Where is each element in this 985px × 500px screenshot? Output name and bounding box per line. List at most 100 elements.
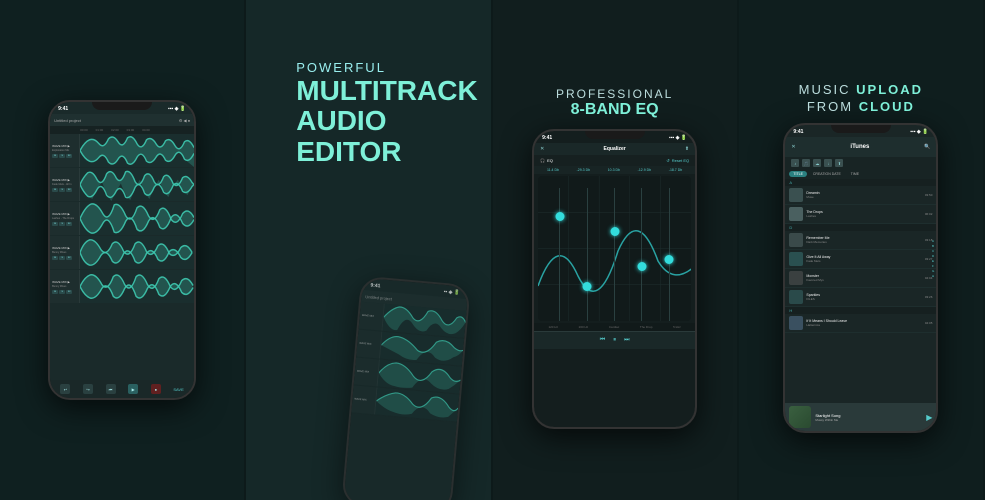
eq-sliders-row (538, 176, 691, 321)
itunes-screen: 9:41 ▪▪▪ ◈ 🔋 ✕ iTunes 🔍 ♪ 🎵 ☁ ↓ ⬆ (785, 125, 936, 431)
pb-play[interactable]: ▶ (128, 384, 138, 394)
track-mute-1[interactable]: M (52, 154, 58, 158)
itunes-back-icon[interactable]: ✕ (791, 144, 795, 150)
mini-lbl-3: WAVE MIX (356, 370, 375, 375)
track-solo-4[interactable]: S (59, 256, 65, 260)
alpha-h[interactable]: H (932, 274, 934, 278)
list-item[interactable]: The Drops Lashes 06:02 (785, 205, 936, 224)
alpha-e[interactable]: E (932, 259, 934, 263)
alpha-f[interactable]: F (932, 264, 934, 268)
song-thumb-7 (789, 316, 803, 330)
eq-back-icon[interactable]: ✕ (540, 146, 544, 152)
mini-lbl-2: WAVE MIX (359, 342, 378, 347)
track-sublabel-1: Exploration Mix (52, 149, 77, 152)
icons-behind: ▪▪ ◈ 🔋 (443, 289, 460, 296)
pb-redo[interactable]: ↪ (83, 384, 93, 394)
alpha-c[interactable]: C (932, 249, 934, 253)
np-song-info: Starlight Song Mussy Within Me (815, 413, 922, 422)
track-fx-1[interactable]: FX (66, 154, 72, 158)
itunes-topbar: ✕ iTunes 🔍 (785, 137, 936, 157)
list-item[interactable]: Monster Favored Mys 04:04 (785, 269, 936, 288)
eq-val-4: -12.9 Db (638, 168, 651, 172)
track-controls-5: WAVE MIX ▶ Bunny Mixes M S FX (50, 270, 80, 303)
eq-val-2: -29.3 Db (577, 168, 590, 172)
panel-eq: PROFESSIONAL 8-BAND EQ 9:41 ▪▪▪ ◈ 🔋 ✕ Eq… (493, 0, 739, 500)
itunes-icon-music[interactable]: ♪ (791, 159, 799, 167)
eq-screen-title: Equalizer (604, 146, 626, 152)
track-mute-5[interactable]: M (52, 290, 58, 294)
track-fx-4[interactable]: FX (66, 256, 72, 260)
status-icons-1: ▪▪▪ ◈ 🔋 (168, 106, 186, 112)
track-label-2: WAVE MIX ▶ (52, 178, 77, 182)
phone-notch-eq (585, 131, 645, 139)
track-waveform-4 (80, 236, 194, 269)
track-mute-2[interactable]: M (52, 188, 58, 192)
track-fx-3[interactable]: FX (66, 222, 72, 226)
track-controls-1: WAVE MIX ▶ Exploration Mix M S FX (50, 134, 80, 167)
track-mute-4[interactable]: M (52, 256, 58, 260)
song-duration-1: 03:50 (925, 193, 933, 197)
song-artist-7: Halternica (806, 323, 921, 327)
eq-reset-icon: ↺ (666, 158, 669, 163)
eq-freq-4: The Drop (640, 325, 653, 329)
track-fx-5[interactable]: FX (66, 290, 72, 294)
phone-screen-itunes: 9:41 ▪▪▪ ◈ 🔋 ✕ iTunes 🔍 ♪ 🎵 ☁ ↓ ⬆ (785, 125, 936, 431)
np-play-icon[interactable]: ▶ (926, 413, 932, 422)
phone-notch-itunes (831, 125, 891, 133)
song-artist-5: Favored Mys (806, 278, 921, 282)
song-duration-7: 04:05 (925, 321, 933, 325)
itunes-tab-title[interactable]: TITLE (789, 171, 807, 177)
itunes-icon-file[interactable]: 🎵 (802, 159, 810, 167)
pb-rewind[interactable]: ⏮ (106, 384, 116, 394)
track-mute-3[interactable]: M (52, 222, 58, 226)
track-waveform-5 (80, 270, 194, 303)
song-artist-1: Muse (806, 195, 921, 199)
track-solo-5[interactable]: S (59, 290, 65, 294)
alpha-g[interactable]: G (932, 269, 934, 273)
eq-play-btn[interactable]: ⏮ (600, 337, 605, 344)
list-item[interactable]: Sparkles FILES 03:26 (785, 288, 936, 307)
panel-cloud: MUSIC UPLOAD FROM CLOUD 9:41 ▪▪▪ ◈ 🔋 ✕ i… (739, 0, 985, 500)
song-info-7: If It Means I Should Leave Halternica (806, 319, 921, 327)
alpha-d[interactable]: D (932, 254, 934, 258)
track-solo-3[interactable]: S (59, 222, 65, 226)
song-thumb-5 (789, 271, 803, 285)
itunes-sort-tabs: TITLE CREATION DATE TIME (785, 169, 936, 179)
list-item[interactable]: Remember Me Dark Memories 03:18 (785, 231, 936, 250)
list-item[interactable]: Give It All Away Fade Mets 03:27 (785, 250, 936, 269)
save-label[interactable]: SAVE (173, 387, 183, 392)
track-row-1: WAVE MIX ▶ Exploration Mix M S FX (50, 134, 194, 168)
alpha-b[interactable]: B (932, 244, 934, 248)
itunes-tab-date[interactable]: CREATION DATE (809, 171, 845, 177)
itunes-tab-time[interactable]: TIME (847, 171, 863, 177)
alpha-scroll: A B C D E F G H (932, 239, 934, 278)
track-solo-2[interactable]: S (59, 188, 65, 192)
pb-undo[interactable]: ↩ (60, 384, 70, 394)
np-artist: Mussy Within Me (815, 418, 922, 422)
list-item[interactable]: Dreamin Muse 03:50 (785, 186, 936, 205)
track-label-5: WAVE MIX ▶ (52, 280, 77, 284)
eq-next-btn[interactable]: ⏭ (624, 337, 629, 344)
cloud-highlight-cloud: CLOUD (859, 99, 915, 114)
track-solo-1[interactable]: S (59, 154, 65, 158)
eq-pause-btn[interactable]: ⏸ (613, 337, 616, 344)
alpha-a[interactable]: A (932, 239, 934, 243)
itunes-search-icon[interactable]: 🔍 (924, 144, 930, 150)
track-label-3: WAVE MIX ▶ (52, 212, 77, 216)
eq-reset-label[interactable]: Reset EQ (672, 158, 689, 163)
time-behind: 9:41 (370, 282, 381, 289)
itunes-icon-cloud[interactable]: ☁ (813, 159, 821, 167)
pb-record[interactable]: ● (151, 384, 161, 394)
song-artist-2: Lashes (806, 214, 921, 218)
title-behind: Untitled project (365, 294, 392, 301)
eq-share-icon[interactable]: ⬆ (685, 146, 689, 152)
itunes-icon-share[interactable]: ⬆ (835, 159, 843, 167)
track-fx-2[interactable]: FX (66, 188, 72, 192)
list-item[interactable]: If It Means I Should Leave Halternica 04… (785, 314, 936, 333)
track-buttons-5: M S FX (52, 290, 77, 294)
eq-grid (538, 176, 691, 321)
eq-reset-group[interactable]: ↺ Reset EQ (666, 158, 689, 163)
eq-freq-5: 5 kHz (673, 325, 681, 329)
itunes-icon-download[interactable]: ↓ (824, 159, 832, 167)
song-list: A Dreamin Muse 03:50 The Drops Las (785, 179, 936, 333)
